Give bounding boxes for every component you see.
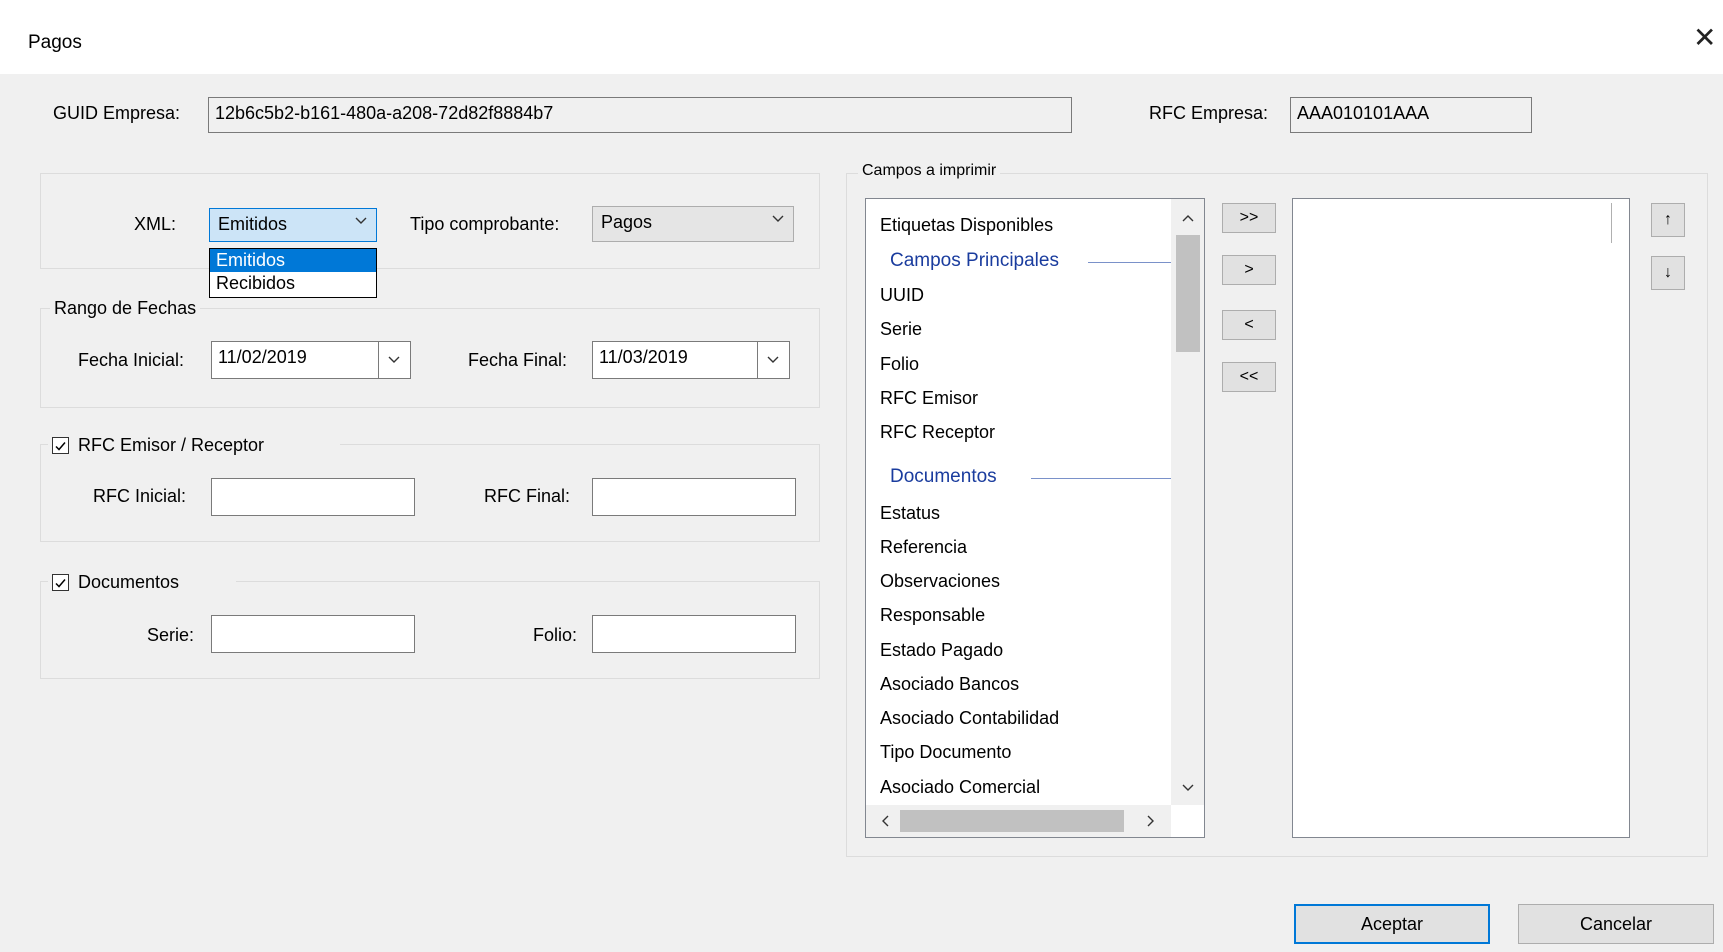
window-title: Pagos bbox=[28, 32, 82, 53]
chevron-down-icon bbox=[355, 217, 367, 224]
chevron-left-icon[interactable] bbox=[878, 814, 892, 828]
calendar-dropdown-button[interactable] bbox=[757, 342, 789, 378]
column-divider bbox=[1611, 203, 1612, 243]
checkmark-icon bbox=[55, 442, 66, 451]
xml-option-emitidos[interactable]: Emitidos bbox=[210, 249, 376, 272]
list-item[interactable]: Responsable bbox=[880, 605, 985, 626]
list-item[interactable]: Asociado Comercial bbox=[880, 777, 1040, 798]
fecha-final-value: 11/03/2019 bbox=[599, 347, 688, 367]
chevron-down-icon[interactable] bbox=[1181, 781, 1195, 795]
rfc-empresa-label: RFC Empresa: bbox=[1149, 103, 1269, 123]
rfc-legend: RFC Emisor / Receptor bbox=[48, 435, 340, 457]
move-down-button[interactable]: ↓ bbox=[1651, 256, 1685, 290]
remove-all-button[interactable]: << bbox=[1222, 362, 1276, 392]
guid-empresa-label: GUID Empresa: bbox=[53, 103, 181, 123]
add-all-button[interactable]: >> bbox=[1222, 203, 1276, 233]
category-divider bbox=[1088, 262, 1178, 263]
documentos-checkbox[interactable] bbox=[52, 574, 69, 591]
documentos-legend: Documentos bbox=[48, 572, 236, 594]
guid-empresa-field[interactable]: 12b6c5b2-b161-480a-a208-72d82f8884b7 bbox=[208, 97, 1072, 133]
list-item[interactable]: Etiquetas Disponibles bbox=[880, 215, 1053, 236]
rfc-checkbox[interactable] bbox=[52, 437, 69, 454]
title-bar bbox=[0, 0, 1723, 74]
list-item[interactable]: Referencia bbox=[880, 537, 967, 558]
documentos-legend-label: Documentos bbox=[78, 572, 180, 592]
list-item[interactable]: Estatus bbox=[880, 503, 940, 524]
rango-fechas-legend: Rango de Fechas bbox=[50, 298, 201, 319]
xml-label: XML: bbox=[134, 214, 177, 234]
category-divider bbox=[1031, 478, 1178, 479]
rfc-inicial-label: RFC Inicial: bbox=[93, 486, 187, 506]
rfc-legend-label: RFC Emisor / Receptor bbox=[78, 435, 265, 455]
category-documentos: Documentos bbox=[890, 466, 997, 487]
selected-fields-listbox[interactable] bbox=[1292, 198, 1630, 838]
fecha-inicial-label: Fecha Inicial: bbox=[78, 350, 185, 370]
list-item[interactable]: Observaciones bbox=[880, 571, 1000, 592]
scrollbar-thumb[interactable] bbox=[1176, 235, 1200, 352]
tipo-comprobante-value: Pagos bbox=[601, 212, 653, 232]
list-item[interactable]: RFC Emisor bbox=[880, 388, 978, 409]
chevron-down-icon bbox=[772, 215, 784, 222]
list-item[interactable]: Folio bbox=[880, 354, 919, 375]
serie-label: Serie: bbox=[147, 625, 195, 645]
list-item[interactable]: Asociado Contabilidad bbox=[880, 708, 1059, 729]
horizontal-scrollbar[interactable] bbox=[866, 805, 1171, 837]
category-campos-principales: Campos Principales bbox=[890, 250, 1059, 271]
tipo-comprobante-label: Tipo comprobante: bbox=[410, 214, 560, 234]
rfc-final-label: RFC Final: bbox=[484, 486, 571, 506]
remove-button[interactable]: < bbox=[1222, 310, 1276, 340]
chevron-down-icon bbox=[767, 356, 779, 363]
calendar-dropdown-button[interactable] bbox=[378, 342, 410, 378]
campos-legend: Campos a imprimir bbox=[858, 162, 1001, 180]
cancel-button[interactable]: Cancelar bbox=[1518, 904, 1714, 944]
fecha-final-label: Fecha Final: bbox=[468, 350, 568, 370]
accept-button[interactable]: Aceptar bbox=[1294, 904, 1490, 944]
xml-combo-value: Emitidos bbox=[218, 214, 288, 234]
chevron-down-icon bbox=[388, 356, 400, 363]
folio-input[interactable] bbox=[592, 615, 796, 653]
tipo-comprobante-combo[interactable]: Pagos bbox=[592, 206, 794, 242]
available-fields-listbox[interactable]: Etiquetas Disponibles Campos Principales… bbox=[865, 198, 1205, 838]
list-item[interactable]: UUID bbox=[880, 285, 924, 306]
chevron-up-icon[interactable] bbox=[1181, 211, 1195, 225]
list-item[interactable]: Estado Pagado bbox=[880, 640, 1003, 661]
fecha-inicial-value: 11/02/2019 bbox=[218, 347, 307, 367]
rfc-empresa-field[interactable]: AAA010101AAA bbox=[1290, 97, 1532, 133]
move-up-button[interactable]: ↑ bbox=[1651, 203, 1685, 237]
list-item[interactable]: RFC Receptor bbox=[880, 422, 995, 443]
folio-label: Folio: bbox=[533, 625, 578, 645]
chevron-right-icon[interactable] bbox=[1144, 814, 1158, 828]
fecha-final-picker[interactable]: 11/03/2019 bbox=[592, 341, 790, 379]
xml-option-recibidos[interactable]: Recibidos bbox=[210, 272, 376, 295]
list-item[interactable]: Tipo Documento bbox=[880, 742, 1011, 763]
close-icon[interactable]: ✕ bbox=[1693, 24, 1716, 52]
checkmark-icon bbox=[55, 579, 66, 588]
xml-combo[interactable]: Emitidos bbox=[209, 208, 377, 242]
list-item[interactable]: Asociado Bancos bbox=[880, 674, 1019, 695]
list-item[interactable]: Serie bbox=[880, 319, 922, 340]
rfc-inicial-input[interactable] bbox=[211, 478, 415, 516]
add-button[interactable]: > bbox=[1222, 255, 1276, 285]
fecha-inicial-picker[interactable]: 11/02/2019 bbox=[211, 341, 411, 379]
vertical-scrollbar[interactable] bbox=[1171, 199, 1204, 805]
scrollbar-thumb[interactable] bbox=[900, 810, 1124, 832]
xml-dropdown-list: Emitidos Recibidos bbox=[209, 248, 377, 298]
serie-input[interactable] bbox=[211, 615, 415, 653]
rfc-final-input[interactable] bbox=[592, 478, 796, 516]
